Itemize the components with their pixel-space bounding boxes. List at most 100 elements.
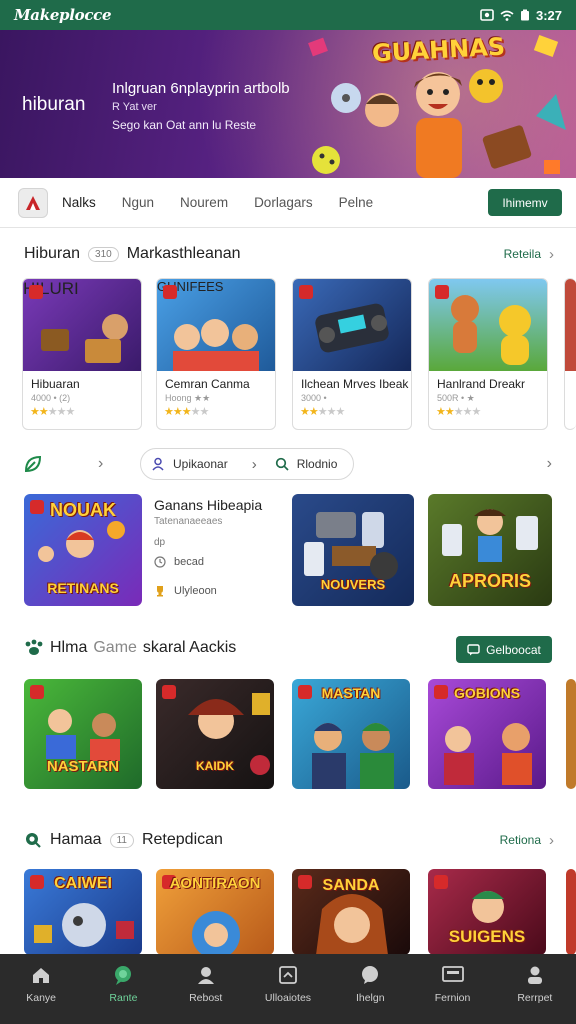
hero-description: Sego kan Oat ann lu Reste (112, 118, 257, 132)
featured-subtitle: Tatenanaeeaes (154, 516, 223, 527)
section-subtitle: Markasthleanan (126, 245, 241, 262)
rating-stars: ★★★★★ (436, 406, 481, 418)
game-tile[interactable]: GOBIONS (428, 679, 546, 789)
game-tile[interactable]: SUIGENS (428, 869, 546, 955)
see-all-link[interactable]: Reteila › (504, 246, 554, 263)
tab-2[interactable]: Ngun (122, 195, 154, 210)
nav-item-5[interactable]: Ihelgn (334, 964, 406, 1004)
featured-game-tile[interactable]: APRORIS (428, 494, 552, 606)
featured-game-tile[interactable]: NOUAK RETINANS (24, 494, 142, 606)
game-card[interactable]: Ilchean Mrves Ibeak 3000 • ★★★★★ (292, 278, 412, 430)
game-thumbnail: GUNIFEES (157, 279, 275, 371)
hero-subline: R Yat ver (112, 101, 157, 113)
game-tile-peek[interactable] (566, 679, 576, 789)
header-action-button[interactable]: Ihimemv (488, 189, 562, 216)
profile-icon (524, 964, 546, 986)
game-tile[interactable]: AONTIRAON (156, 869, 274, 955)
filter-pill: Upikaonar › Rlodnio (140, 448, 354, 480)
game-title: Cemran Canma (165, 377, 250, 391)
system-tray: 3:27 (480, 8, 562, 23)
tab-4[interactable]: Dorlagars (254, 195, 313, 210)
section-subtitle: skaral Aackis (142, 639, 237, 656)
person-icon (152, 457, 164, 471)
screenshot-icon (480, 9, 494, 21)
section-count-chip: 11 (109, 832, 134, 848)
category-tab-bar: Nalks Ngun Nourem Dorlagars Pelne Ihimem… (0, 178, 576, 228)
game-title: Ilchean Mrves Ibeak (301, 377, 409, 391)
gallery-icon (277, 964, 299, 986)
hero-title: hiburan (22, 94, 86, 115)
game-thumbnail (429, 279, 547, 371)
screen-icon (441, 964, 464, 986)
section-title: Hlma (50, 639, 88, 656)
leaf-icon[interactable] (22, 453, 44, 475)
game-tile[interactable]: SANDA (292, 869, 410, 955)
game-card[interactable]: HILURI Hibuaran 4000 • (2) ★★★★★ (22, 278, 142, 430)
featured-meta-2: becad (154, 556, 204, 568)
clock: 3:27 (535, 7, 562, 23)
search-icon (26, 833, 41, 848)
rating-stars: ★★★★★ (300, 406, 345, 418)
game-meta: 3000 • (301, 393, 327, 403)
see-all-link[interactable]: Retiona › (500, 832, 554, 849)
filter-option-2[interactable]: Rlodnio (297, 457, 338, 471)
hero-banner[interactable]: GUAHNAS hiburan Inlgruan 6nplayprin artb… (0, 30, 576, 178)
game-card-peek[interactable] (564, 278, 576, 430)
chat-icon (112, 964, 134, 986)
rating-stars: ★★★★★ (164, 406, 209, 418)
game-tile[interactable]: MASTAN (292, 679, 410, 789)
game-tile[interactable]: NASTARN (24, 679, 142, 789)
section-title: Hamaa (50, 831, 102, 848)
chevron-right-icon[interactable]: › (547, 455, 552, 473)
rating-stars: ★★★★★ (30, 406, 75, 418)
game-meta: 500R • ★ (437, 393, 475, 403)
section-2-action-button[interactable]: Gelboocat (456, 636, 552, 663)
game-title: Hibuaran (31, 377, 80, 391)
game-meta: Hoong ★★ (165, 393, 211, 403)
filter-option-1[interactable]: Upikaonar (173, 457, 228, 471)
featured-title: Ganans Hibeapia (154, 497, 263, 513)
section-count-chip: 310 (88, 246, 119, 262)
tab-5[interactable]: Pelne (339, 195, 374, 210)
nav-item-4[interactable]: Ulloaiotes (252, 964, 324, 1004)
clock-icon (154, 556, 166, 568)
trophy-icon (157, 586, 163, 597)
user-icon (195, 964, 217, 986)
bottom-navigation: Kanye Rante Rebost Ulloaiotes Ihelgn Fer… (0, 954, 576, 1024)
home-icon (30, 964, 52, 986)
nav-item-7[interactable]: Rerrpet (499, 964, 571, 1004)
chevron-right-icon: › (549, 831, 554, 849)
game-thumbnail (293, 279, 411, 371)
game-tile-peek[interactable] (566, 869, 576, 955)
featured-meta-3: Ulyleoon (154, 585, 217, 597)
section-mid-label: Game (93, 639, 137, 656)
message-icon (359, 964, 381, 986)
game-card[interactable]: GUNIFEES Cemran Canma Hoong ★★ ★★★★★ (156, 278, 276, 430)
nav-item-home[interactable]: Kanye (5, 964, 77, 1004)
nav-item-3[interactable]: Rebost (170, 964, 242, 1004)
hero-headline: Inlgruan 6nplayprin artbolb (112, 80, 290, 97)
app-brand: Makeplocce (14, 6, 112, 24)
paw-icon (25, 639, 43, 655)
section-subtitle: Retepdican (141, 831, 223, 848)
tab-3[interactable]: Nourem (180, 195, 228, 210)
chevron-right-icon[interactable]: › (98, 455, 103, 473)
app-logo-icon[interactable] (18, 187, 48, 218)
nav-item-active[interactable]: Rante (87, 964, 159, 1004)
featured-meta-1: dp (154, 537, 166, 548)
game-card[interactable]: Hanlrand Dreakr 500R • ★ ★★★★★ (428, 278, 548, 430)
search-icon (275, 457, 289, 471)
chevron-right-icon: › (549, 245, 554, 263)
game-thumbnail: HILURI (23, 279, 141, 371)
chevron-right-icon: › (251, 455, 257, 473)
nav-item-6[interactable]: Fernion (417, 964, 489, 1004)
section-1-header: Hiburan 310 Markasthleanan Reteila › (24, 242, 554, 266)
section-3-header: Hamaa 11 Retepdican Retiona › (24, 828, 554, 852)
message-icon (467, 643, 480, 655)
game-tile[interactable]: KAIDK (156, 679, 274, 789)
tab-1[interactable]: Nalks (62, 195, 96, 210)
game-tile[interactable]: CAIWEI (24, 869, 142, 955)
game-title: Hanlrand Dreakr (437, 377, 526, 391)
featured-game-tile[interactable]: NOUVERS (292, 494, 414, 606)
status-bar: Makeplocce 3:27 (0, 0, 576, 30)
